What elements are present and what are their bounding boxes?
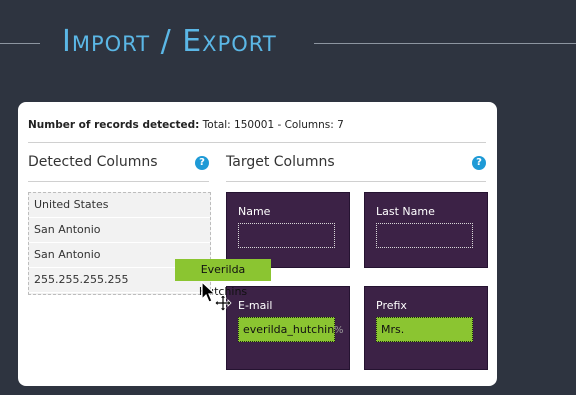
records-label: Number of records detected: — [28, 119, 200, 131]
detected-help-icon[interactable]: ? — [195, 156, 209, 170]
dragged-item[interactable]: Everilda Hutchins — [175, 259, 271, 298]
target-divider — [226, 181, 486, 182]
detected-columns-title: Detected Columns — [28, 154, 158, 170]
records-summary: Number of records detected: Total: 15000… — [28, 119, 344, 131]
list-item[interactable]: San Antonio — [29, 218, 210, 243]
header-divider-right — [314, 43, 576, 44]
detected-divider — [28, 181, 209, 182]
header-divider-left — [0, 43, 40, 44]
target-field-label: Last Name — [376, 205, 435, 218]
target-field-label: Prefix — [376, 299, 407, 312]
records-value: Total: 150001 - Columns: 7 — [202, 119, 344, 131]
email-overflow-text: % — [334, 325, 344, 336]
name-drop-zone[interactable] — [238, 223, 335, 248]
last-name-drop-zone[interactable] — [376, 223, 473, 248]
target-help-icon[interactable]: ? — [472, 156, 486, 170]
import-card: Number of records detected: Total: 15000… — [18, 102, 497, 386]
list-item[interactable]: United States — [29, 193, 210, 218]
target-field-label: Name — [238, 205, 271, 218]
target-columns-title: Target Columns — [226, 154, 335, 170]
move-cursor-icon — [201, 281, 232, 312]
email-drop-zone[interactable]: everilda_hutchins — [238, 317, 335, 342]
target-field-prefix: Prefix Mrs. — [364, 286, 488, 370]
target-field-name: Name — [226, 192, 350, 268]
target-field-last-name: Last Name — [364, 192, 488, 268]
prefix-drop-zone[interactable]: Mrs. — [376, 317, 473, 342]
page-title: Import / Export — [62, 24, 277, 59]
page-header: Import / Export — [0, 20, 576, 68]
summary-divider — [28, 142, 486, 143]
